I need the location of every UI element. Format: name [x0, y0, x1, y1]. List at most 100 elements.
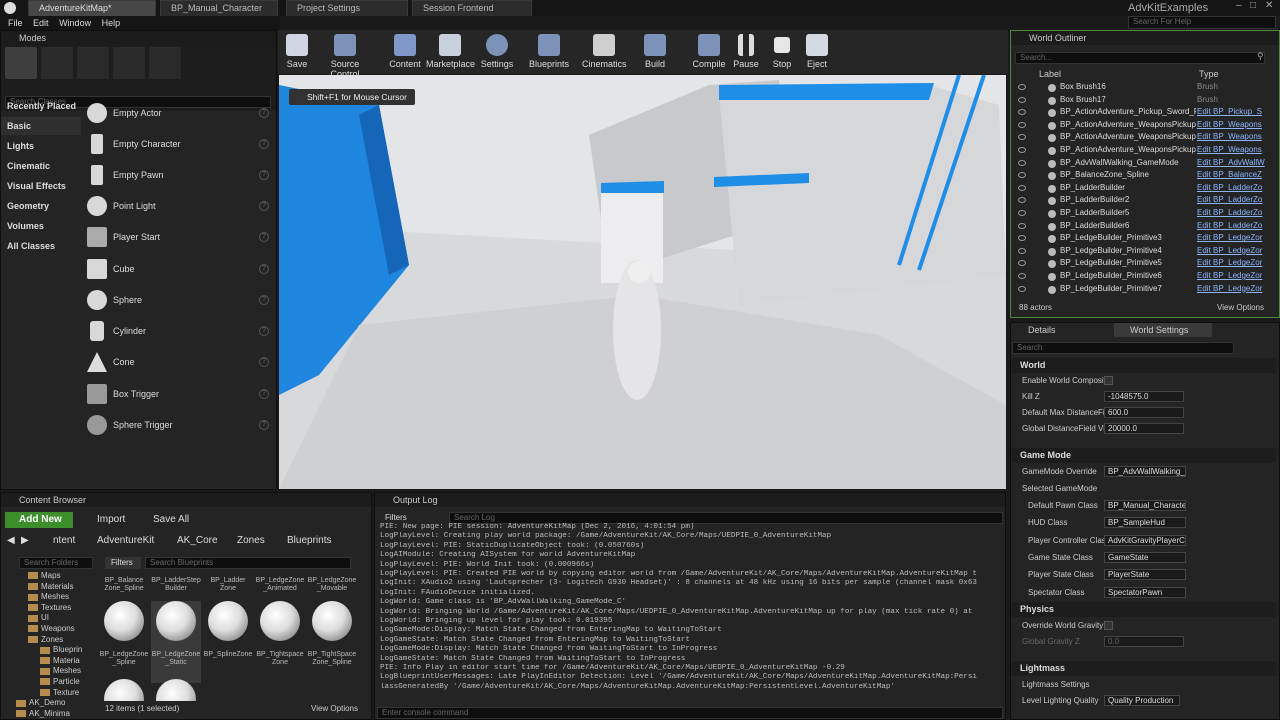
eye-icon[interactable]: [1018, 109, 1026, 116]
outliner-row[interactable]: Box Brush16 Brush: [1014, 81, 1272, 94]
folder-item[interactable]: Meshes: [40, 666, 81, 676]
help-icon[interactable]: ?: [259, 420, 269, 430]
eye-icon[interactable]: [1018, 121, 1026, 128]
eye-icon[interactable]: [1018, 172, 1026, 179]
folder-item[interactable]: UI: [28, 613, 49, 623]
category-all-classes[interactable]: All Classes: [1, 237, 81, 255]
stop-button[interactable]: Stop: [768, 32, 796, 72]
asset-tile[interactable]: BP_SplineZone: [203, 601, 253, 683]
cinematics-button[interactable]: Cinematics: [582, 32, 627, 72]
forward-arrow-icon[interactable]: ▶: [21, 535, 29, 546]
cb-view-options[interactable]: View Options: [311, 704, 358, 713]
build-button[interactable]: Build: [640, 32, 670, 72]
category-geometry[interactable]: Geometry: [1, 197, 81, 215]
outliner-row[interactable]: BP_BalanceZone_Spline Edit BP_BalanceZ: [1014, 169, 1272, 182]
folder-item[interactable]: Zones: [28, 635, 63, 645]
outliner-row[interactable]: BP_LedgeBuilder_Primitive4 Edit BP_LedgeZ…: [1014, 245, 1272, 258]
compile-button[interactable]: Compile: [692, 32, 726, 72]
eye-icon[interactable]: [1018, 147, 1026, 153]
breadcrumb-item[interactable]: AK_Core: [177, 535, 218, 546]
eye-icon[interactable]: [1018, 184, 1026, 191]
actor-empty-actor[interactable]: Empty Actor?: [83, 99, 273, 127]
source-control-button[interactable]: Source Control: [316, 32, 374, 79]
class-select[interactable]: GameState: [1104, 551, 1186, 563]
close-button[interactable]: ✕: [1265, 0, 1273, 11]
actor-cylinder[interactable]: Cylinder?: [83, 317, 273, 345]
folder-item[interactable]: Materials: [28, 582, 73, 592]
marketplace-button[interactable]: Marketplace: [426, 32, 475, 72]
eye-icon[interactable]: [1018, 96, 1026, 103]
help-icon[interactable]: ?: [259, 139, 269, 149]
outliner-row[interactable]: BP_ActionAdventure_WeaponsPickup Edit BP_…: [1014, 144, 1272, 157]
foliage-mode-icon[interactable]: [113, 47, 145, 79]
folder-item[interactable]: Particle: [40, 677, 80, 687]
actor-cube[interactable]: Cube?: [83, 255, 273, 283]
tab-adventurekitmap[interactable]: AdventureKitMap*: [28, 0, 156, 16]
help-icon[interactable]: ?: [259, 389, 269, 399]
asset-tile[interactable]: BP_TightSpace Zone_Spline: [307, 601, 357, 683]
eye-icon[interactable]: [1018, 273, 1026, 279]
help-icon[interactable]: ?: [259, 264, 269, 274]
help-icon[interactable]: ?: [259, 326, 269, 336]
content-button[interactable]: Content: [388, 32, 422, 72]
outliner-label-header[interactable]: Label: [1039, 69, 1061, 79]
breadcrumb-item[interactable]: Blueprints: [287, 535, 331, 546]
asset-tile[interactable]: BP_Tightspace Zone: [255, 601, 305, 683]
folder-item[interactable]: Maps: [28, 571, 61, 581]
outliner-row[interactable]: BP_ActionAdventure_WeaponsPickup Edit BP_…: [1014, 131, 1272, 144]
eye-icon[interactable]: [1018, 247, 1026, 254]
override-gravity-checkbox[interactable]: [1104, 621, 1113, 630]
details-search-input[interactable]: Search: [1012, 342, 1234, 354]
outliner-row[interactable]: BP_LadderBuilder Edit BP_LadderZo: [1014, 182, 1272, 195]
outliner-row[interactable]: BP_LadderBuilder2 Edit BP_LadderZo: [1014, 194, 1272, 207]
eye-icon[interactable]: [1018, 235, 1026, 242]
outliner-row[interactable]: BP_ActionAdventure_WeaponsPickup Edit BP_…: [1014, 119, 1272, 132]
level-viewport[interactable]: Shift+F1 for Mouse Cursor: [279, 75, 1006, 489]
help-search-input[interactable]: Search For Help: [1128, 16, 1276, 29]
outliner-search-input[interactable]: Search...: [1015, 52, 1265, 64]
eye-icon[interactable]: [1018, 222, 1026, 229]
class-select[interactable]: PlayerState: [1104, 569, 1186, 581]
help-icon[interactable]: ?: [259, 295, 269, 305]
import-button[interactable]: Import: [97, 514, 125, 525]
folder-item[interactable]: Materia: [40, 656, 80, 666]
asset-tile[interactable]: BP_LedgeZone _Spline: [99, 601, 149, 683]
eye-icon[interactable]: [1018, 159, 1026, 166]
save-button[interactable]: Save: [284, 32, 310, 72]
actor-sphere[interactable]: Sphere?: [83, 286, 273, 314]
save-all-button[interactable]: Save All: [153, 514, 189, 525]
filters-button[interactable]: Filters: [105, 557, 141, 569]
tab-details[interactable]: Details: [1028, 325, 1056, 335]
place-mode-icon[interactable]: [5, 47, 37, 79]
eye-icon[interactable]: [1018, 210, 1026, 216]
tab-session-frontend[interactable]: Session Frontend: [412, 0, 532, 16]
folder-item[interactable]: Textures: [28, 603, 71, 613]
actor-box-trigger[interactable]: Box Trigger?: [83, 380, 273, 408]
geometry-mode-icon[interactable]: [149, 47, 181, 79]
blueprint-sphere-thumbnail[interactable]: [104, 679, 144, 701]
outliner-row[interactable]: BP_ActionAdventure_Pickup_Sword_R Edit BP…: [1014, 106, 1272, 119]
eject-button[interactable]: Eject: [804, 32, 830, 72]
breadcrumb-item[interactable]: AdventureKit: [97, 535, 154, 546]
eye-icon[interactable]: [1018, 84, 1026, 90]
class-select[interactable]: BP_Manual_Characte: [1104, 500, 1186, 511]
landscape-mode-icon[interactable]: [77, 47, 109, 79]
actor-sphere-trigger[interactable]: Sphere Trigger?: [83, 411, 273, 439]
section-game-mode[interactable]: Game Mode: [1012, 448, 1276, 463]
category-lights[interactable]: Lights: [1, 137, 81, 155]
tab-world-settings[interactable]: World Settings: [1114, 323, 1212, 337]
class-select[interactable]: BP_SampleHud: [1104, 517, 1186, 529]
outliner-row[interactable]: BP_LedgeBuilder_Primitive6 Edit BP_LedgeZ…: [1014, 270, 1272, 283]
tab-project-settings[interactable]: Project Settings: [286, 0, 408, 16]
category-volumes[interactable]: Volumes: [1, 217, 81, 235]
add-new-button[interactable]: Add New: [5, 512, 73, 528]
outliner-row[interactable]: BP_LedgeBuilder_Primitive5 Edit BP_LedgeZ…: [1014, 257, 1272, 270]
category-basic[interactable]: Basic: [1, 117, 81, 135]
kill-z-input[interactable]: -1048575.0: [1104, 391, 1184, 402]
gamemode-override-select[interactable]: BP_AdvWallWalking_(: [1104, 466, 1186, 477]
search-blueprints-input[interactable]: Search Blueprints: [145, 557, 351, 569]
menu-file[interactable]: File: [8, 16, 23, 30]
back-arrow-icon[interactable]: ◀: [7, 535, 15, 546]
outliner-type-header[interactable]: Type: [1199, 69, 1219, 79]
lightmass-settings-row[interactable]: Lightmass Settings: [1014, 676, 1272, 693]
